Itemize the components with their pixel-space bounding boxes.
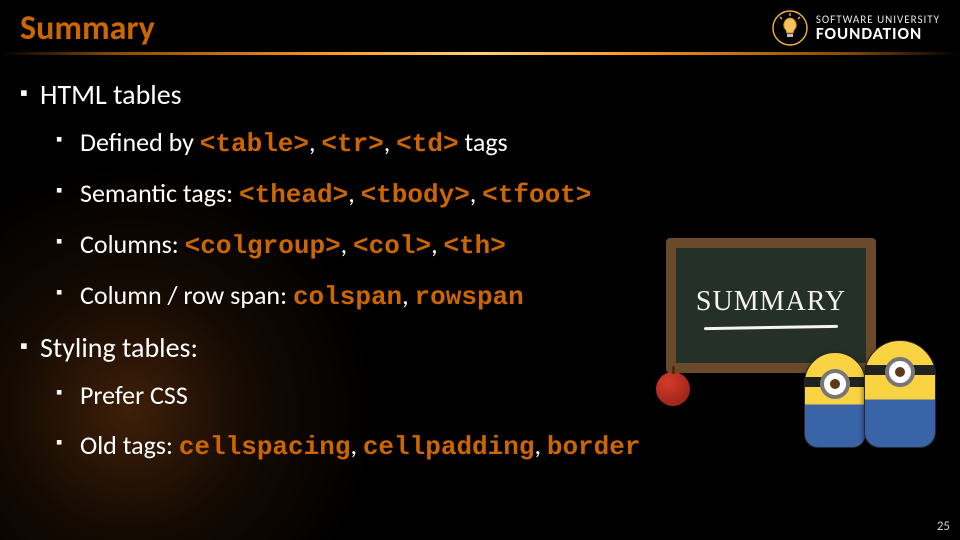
- subbullet-defined-by: Defined by <table>, <tr>, <td> tags: [56, 126, 942, 159]
- lightbulb-icon: [772, 10, 808, 46]
- code-tag: colspan: [293, 282, 402, 312]
- illustration: SUMMARY: [646, 238, 936, 448]
- code-tag: cellpadding: [363, 432, 535, 462]
- page-title: Summary: [20, 8, 155, 49]
- bullet-label: Styling tables:: [40, 330, 198, 365]
- minion-icon: [804, 352, 866, 448]
- code-tag: <colgroup>: [185, 231, 341, 261]
- code-tag: <tfoot>: [482, 180, 591, 210]
- code-tag: rowspan: [415, 282, 524, 312]
- subbullet-semantic-tags: Semantic tags: <thead>, <tbody>, <tfoot>: [56, 177, 942, 210]
- code-tag: <tr>: [321, 129, 383, 159]
- chalk-underline: [704, 325, 838, 330]
- minion-icon: [864, 340, 936, 448]
- code-tag: border: [547, 432, 641, 462]
- code-tag: <table>: [200, 129, 309, 159]
- code-tag: <th>: [443, 231, 505, 261]
- apple-icon: [656, 372, 690, 406]
- slide-header: Summary SOFTWARE UNIVERSITY FOUNDATION: [0, 0, 960, 53]
- bullet-label: HTML tables: [40, 77, 182, 112]
- code-tag: cellspacing: [179, 432, 351, 462]
- code-tag: <tbody>: [361, 180, 470, 210]
- code-tag: <col>: [353, 231, 431, 261]
- code-tag: <thead>: [239, 180, 348, 210]
- logo-line2: FOUNDATION: [816, 25, 940, 42]
- page-number: 25: [937, 519, 950, 534]
- chalkboard-text: SUMMARY: [696, 286, 846, 318]
- brand-logo: SOFTWARE UNIVERSITY FOUNDATION: [772, 10, 940, 46]
- code-tag: <td>: [396, 129, 458, 159]
